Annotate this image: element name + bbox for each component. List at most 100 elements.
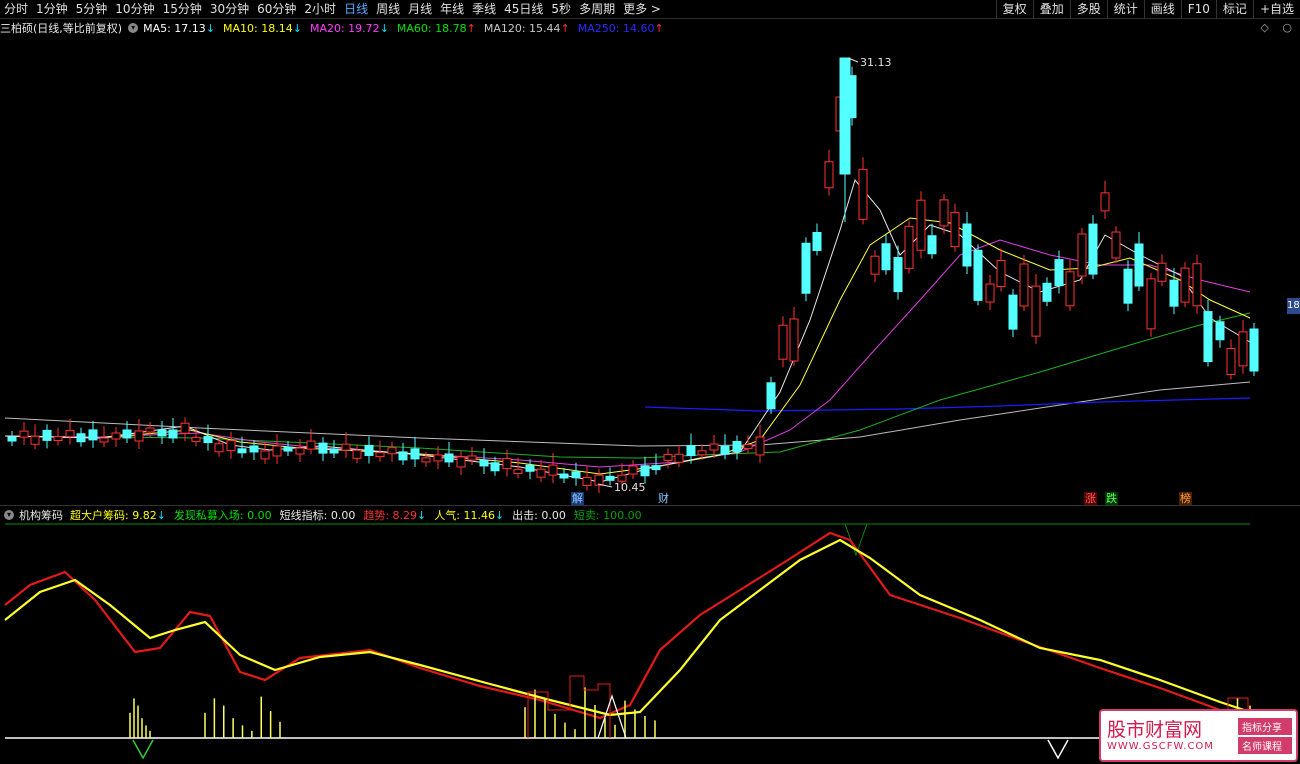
- indicator-label: 短线指标: 0.00: [279, 509, 356, 522]
- pane-divider[interactable]: [0, 505, 1300, 506]
- period-tab[interactable]: 5分钟: [72, 0, 112, 19]
- period-tab[interactable]: 多周期: [575, 0, 619, 19]
- candle-body: [1249, 328, 1259, 372]
- indicator-name[interactable]: 机构筹码: [19, 507, 63, 523]
- candle: [1077, 228, 1087, 284]
- period-tab[interactable]: 季线: [468, 0, 500, 19]
- candle-body: [145, 427, 155, 433]
- candle: [950, 203, 960, 252]
- candle-body: [375, 452, 385, 458]
- candle: [927, 223, 937, 259]
- tool-button[interactable]: 叠加: [1032, 0, 1070, 19]
- candle-body: [916, 199, 926, 251]
- candle: [628, 460, 638, 480]
- candle: [801, 237, 811, 302]
- ma-label: MA10: 18.14: [223, 21, 293, 35]
- stock-name[interactable]: 三柏硕: [0, 20, 33, 36]
- period-tab[interactable]: 月线: [404, 0, 436, 19]
- candle-body: [260, 450, 270, 460]
- indicator-value: 人气: 11.46↓: [434, 507, 504, 523]
- circle-icon[interactable]: ○: [1282, 21, 1292, 34]
- candle-body: [755, 436, 765, 456]
- chip-outline: [527, 675, 611, 738]
- candle: [1100, 180, 1110, 219]
- event-badge[interactable]: 解: [571, 492, 584, 505]
- candle-body: [674, 453, 684, 463]
- indicator-arrow: ↓: [156, 509, 166, 522]
- candle: [1065, 259, 1075, 311]
- chart-mode: (日线,等比前复权): [33, 22, 123, 35]
- candle: [858, 157, 868, 225]
- indicator-label: 短卖: 100.00: [573, 509, 642, 522]
- diamond-icon[interactable]: ◇: [1260, 21, 1268, 34]
- candle-body: [122, 429, 132, 439]
- period-tab[interactable]: 1分钟: [32, 0, 72, 19]
- period-tab[interactable]: 年线: [436, 0, 468, 19]
- indicator-settings-icon[interactable]: ▾: [4, 510, 14, 520]
- settings-circle-icon[interactable]: ▾: [128, 23, 139, 33]
- ma-value: MA10: 18.14↓: [223, 22, 302, 35]
- candle-body: [858, 168, 868, 220]
- candle-body: [237, 448, 247, 454]
- tool-button[interactable]: 画线: [1143, 0, 1181, 19]
- candle: [1180, 262, 1190, 308]
- candle-body: [502, 458, 512, 470]
- candle: [30, 424, 40, 450]
- ma-arrow: ↑: [466, 21, 476, 35]
- candle-body: [214, 443, 224, 453]
- candle-body: [663, 453, 673, 461]
- event-badge[interactable]: 涨: [1084, 492, 1097, 505]
- main-candlestick-chart[interactable]: 31.13 10.45: [0, 36, 1300, 506]
- tool-button[interactable]: +自选: [1252, 0, 1300, 19]
- candle-body: [7, 436, 17, 442]
- candle: [996, 248, 1006, 292]
- candle-body: [743, 444, 753, 450]
- candle: [1134, 232, 1144, 291]
- period-tab[interactable]: 45日线: [500, 0, 547, 19]
- tool-button[interactable]: 多股: [1069, 0, 1107, 19]
- event-badge[interactable]: 榜: [1179, 492, 1192, 505]
- ma-label: MA20: 19.72: [309, 21, 380, 35]
- ma10-line: [4, 217, 1251, 475]
- period-tab[interactable]: 60分钟: [253, 0, 300, 19]
- candle: [962, 212, 972, 274]
- watermark-title: 股市财富网: [1107, 719, 1203, 741]
- period-tab[interactable]: 15分钟: [159, 0, 206, 19]
- period-tab[interactable]: 更多 >: [619, 0, 665, 19]
- candle-body: [824, 161, 834, 189]
- candle-body: [88, 429, 98, 441]
- period-tab[interactable]: 30分钟: [206, 0, 253, 19]
- candle: [157, 420, 167, 444]
- candle: [283, 441, 293, 456]
- candle: [65, 418, 75, 445]
- indicator-value: 出击: 0.00: [512, 507, 566, 523]
- candle-body: [467, 455, 477, 461]
- ma-value: MA5: 17.13↓: [143, 22, 215, 35]
- candle: [490, 456, 500, 476]
- indicator-label: 发现私募入场: 0.00: [173, 509, 272, 522]
- candle-body: [306, 440, 316, 450]
- period-tab[interactable]: 周线: [372, 0, 404, 19]
- period-tab[interactable]: 5秒: [547, 0, 575, 19]
- period-tab[interactable]: 分时: [0, 0, 32, 19]
- event-badge[interactable]: 财: [657, 492, 670, 505]
- candle-body: [352, 449, 362, 459]
- candle-body: [490, 462, 500, 472]
- period-tab[interactable]: 2小时: [300, 0, 340, 19]
- candle-body: [1169, 279, 1179, 307]
- candle-body: [582, 476, 592, 486]
- event-badge[interactable]: 跌: [1105, 492, 1118, 505]
- watermark-logo: 股市财富网 WWW.GSCFW.COM 指标分享 名师课程: [1099, 709, 1298, 762]
- period-tab[interactable]: 日线: [340, 0, 372, 19]
- tool-button[interactable]: 复权: [995, 0, 1033, 19]
- tool-button[interactable]: F10: [1180, 0, 1216, 19]
- candle: [134, 418, 144, 449]
- indicator-value: 发现私募入场: 0.00: [174, 507, 272, 523]
- tool-button[interactable]: 统计: [1106, 0, 1144, 19]
- candle-body: [295, 447, 305, 455]
- period-tab[interactable]: 10分钟: [111, 0, 158, 19]
- candle-body: [249, 445, 259, 453]
- candle-body: [548, 464, 558, 476]
- tool-button[interactable]: 标记: [1215, 0, 1253, 19]
- candle: [214, 437, 224, 457]
